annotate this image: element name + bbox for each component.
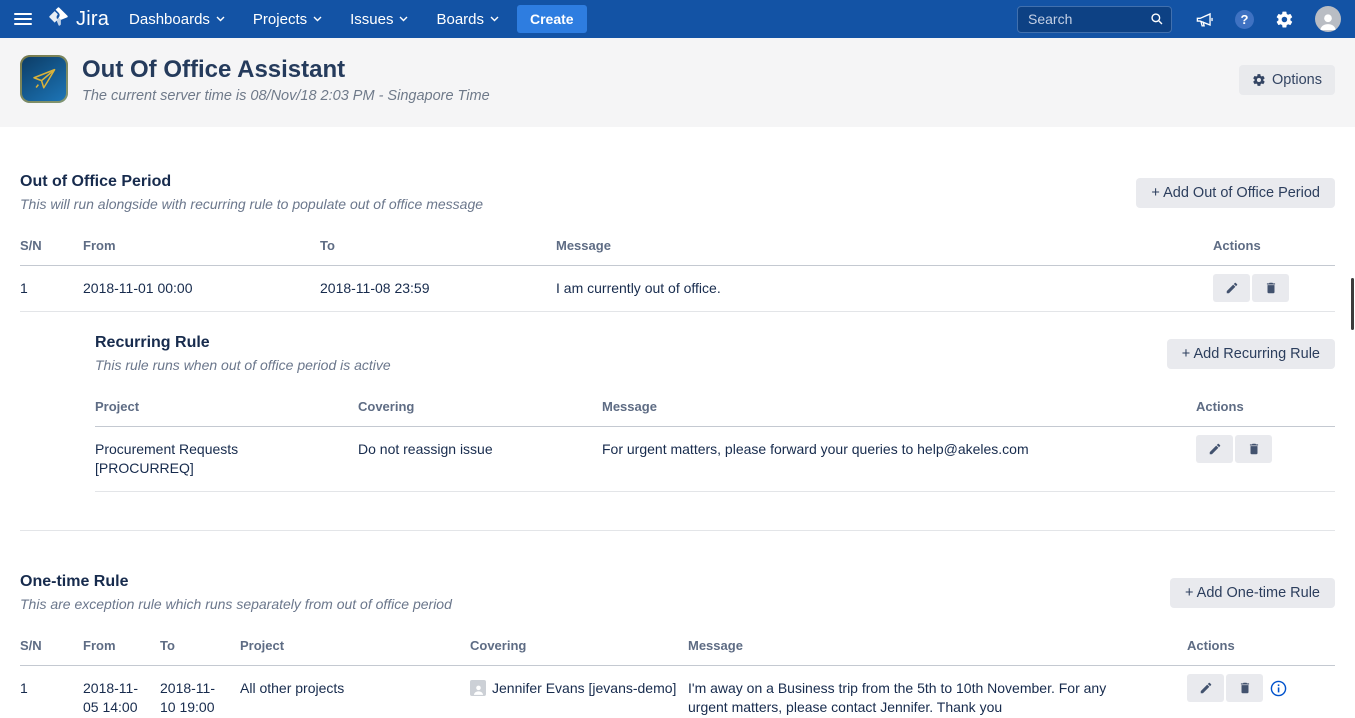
col-header-sn: S/N	[20, 626, 83, 666]
col-header-actions: Actions	[1196, 387, 1335, 427]
add-one-time-rule-button[interactable]: + Add One-time Rule	[1170, 578, 1335, 608]
onetime-sn: 1	[20, 666, 83, 718]
onetime-project: All other projects	[240, 666, 470, 718]
recurring-table: Project Covering Message Actions Procure…	[95, 387, 1335, 492]
col-header-covering: Covering	[470, 626, 688, 666]
col-header-actions: Actions	[1187, 626, 1335, 666]
delete-button[interactable]	[1226, 674, 1263, 702]
col-header-project: Project	[240, 626, 470, 666]
col-header-to: To	[320, 226, 556, 266]
search-box	[1017, 6, 1172, 33]
edit-button[interactable]	[1196, 435, 1233, 463]
col-header-from: From	[83, 626, 160, 666]
col-header-message: Message	[688, 626, 1187, 666]
nav-item-projects[interactable]: Projects	[253, 11, 322, 28]
delete-button[interactable]	[1252, 274, 1289, 302]
nav-menu: Dashboards Projects Issues Boards	[129, 11, 499, 28]
onetime-section-subtitle: This are exception rule which runs separ…	[20, 596, 452, 612]
trash-icon	[1238, 681, 1252, 695]
col-header-covering: Covering	[358, 387, 602, 427]
col-header-from: From	[83, 226, 320, 266]
info-button[interactable]	[1270, 680, 1287, 697]
search-input[interactable]	[1017, 6, 1172, 33]
period-section-subtitle: This will run alongside with recurring r…	[20, 196, 483, 212]
recurring-rule-section: Recurring Rule This rule runs when out o…	[20, 312, 1335, 531]
options-button[interactable]: Options	[1239, 65, 1335, 95]
server-time-text: The current server time is 08/Nov/18 2:0…	[82, 88, 490, 104]
info-icon	[1270, 680, 1287, 697]
jira-logo[interactable]: Jira	[48, 6, 109, 32]
col-header-to: To	[160, 626, 240, 666]
col-header-message: Message	[602, 387, 1196, 427]
out-of-office-period-section: Out of Office Period This will run along…	[20, 173, 1335, 531]
assignee-avatar	[470, 680, 486, 696]
col-header-actions: Actions	[1213, 226, 1335, 266]
edit-button[interactable]	[1187, 674, 1224, 702]
pencil-icon	[1199, 681, 1213, 695]
period-to: 2018-11-08 23:59	[320, 266, 556, 312]
col-header-project: Project	[95, 387, 358, 427]
recurring-section-title: Recurring Rule	[95, 334, 391, 352]
user-avatar[interactable]	[1315, 6, 1341, 32]
period-message: I am currently out of office.	[556, 266, 1213, 312]
onetime-from: 2018-11-05 14:00	[83, 666, 160, 718]
search-icon[interactable]	[1150, 12, 1164, 26]
jira-logo-icon	[48, 6, 69, 32]
scrollbar-thumb[interactable]	[1351, 278, 1354, 330]
help-icon[interactable]: ?	[1235, 10, 1254, 29]
trash-icon	[1247, 442, 1261, 456]
chevron-down-icon	[313, 16, 322, 22]
app-paper-plane-icon	[20, 55, 68, 103]
page-header-text: Out Of Office Assistant The current serv…	[82, 55, 490, 104]
settings-gear-icon[interactable]	[1275, 10, 1294, 29]
pencil-icon	[1208, 442, 1222, 456]
col-header-message: Message	[556, 226, 1213, 266]
onetime-table-header-row: S/N From To Project Covering Message Act…	[20, 626, 1335, 666]
onetime-to: 2018-11-10 19:00	[160, 666, 240, 718]
nav-item-dashboards[interactable]: Dashboards	[129, 11, 225, 28]
recurring-project: Procurement Requests [PROCURREQ]	[95, 427, 358, 492]
period-from: 2018-11-01 00:00	[83, 266, 320, 312]
trash-icon	[1264, 281, 1278, 295]
period-sn: 1	[20, 266, 83, 312]
one-time-rule-section: One-time Rule This are exception rule wh…	[20, 573, 1335, 718]
delete-button[interactable]	[1235, 435, 1272, 463]
add-recurring-rule-button[interactable]: + Add Recurring Rule	[1167, 339, 1335, 369]
create-button[interactable]: Create	[517, 5, 587, 33]
add-out-of-office-period-button[interactable]: + Add Out of Office Period	[1136, 178, 1335, 208]
chevron-down-icon	[490, 16, 499, 22]
page-title: Out Of Office Assistant	[82, 55, 490, 85]
table-row: Procurement Requests [PROCURREQ] Do not …	[95, 427, 1335, 492]
onetime-section-title: One-time Rule	[20, 573, 452, 591]
nav-item-issues[interactable]: Issues	[350, 11, 408, 28]
period-section-title: Out of Office Period	[20, 173, 483, 191]
onetime-covering: Jennifer Evans [jevans-demo]	[470, 666, 688, 718]
onetime-table: S/N From To Project Covering Message Act…	[20, 626, 1335, 718]
recurring-message: For urgent matters, please forward your …	[602, 427, 1196, 492]
period-table-header-row: S/N From To Message Actions	[20, 226, 1335, 266]
announcement-icon[interactable]	[1195, 10, 1214, 29]
recurring-section-subtitle: This rule runs when out of office period…	[95, 357, 391, 373]
nav-item-boards[interactable]: Boards	[436, 11, 499, 28]
chevron-down-icon	[399, 16, 408, 22]
pencil-icon	[1225, 281, 1239, 295]
period-table: S/N From To Message Actions 1 2018-11-01…	[20, 226, 1335, 312]
onetime-message: I'm away on a Business trip from the 5th…	[688, 666, 1187, 718]
edit-button[interactable]	[1213, 274, 1250, 302]
page-header: Out Of Office Assistant The current serv…	[0, 38, 1355, 127]
recurring-covering: Do not reassign issue	[358, 427, 602, 492]
table-row: 1 2018-11-01 00:00 2018-11-08 23:59 I am…	[20, 266, 1335, 312]
chevron-down-icon	[216, 16, 225, 22]
gear-icon	[1252, 73, 1266, 87]
recurring-table-header-row: Project Covering Message Actions	[95, 387, 1335, 427]
table-row: 1 2018-11-05 14:00 2018-11-10 19:00 All …	[20, 666, 1335, 718]
top-navbar: Jira Dashboards Projects Issues Boards C…	[0, 0, 1355, 38]
jira-brand-text: Jira	[76, 8, 109, 31]
hamburger-menu-icon[interactable]	[14, 13, 32, 25]
col-header-sn: S/N	[20, 226, 83, 266]
